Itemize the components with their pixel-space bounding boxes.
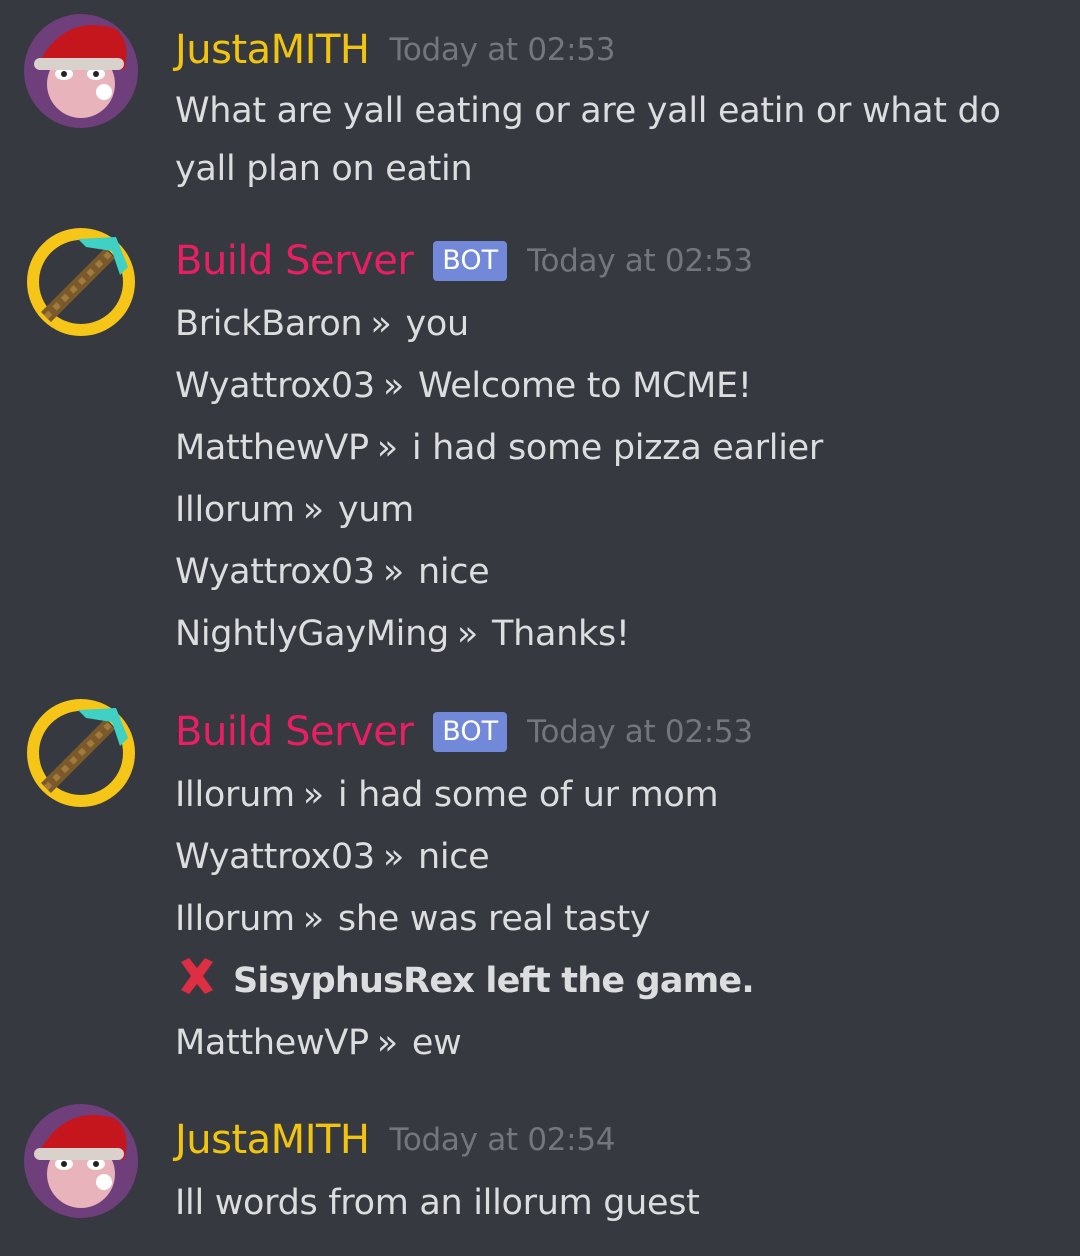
relay-text: i had some pizza earlier bbox=[411, 428, 823, 468]
relay-line: NightlyGayMing» Thanks! bbox=[175, 603, 1055, 665]
relay-user: Illorum bbox=[175, 899, 295, 939]
relay-line: Illorum» she was real tasty bbox=[175, 888, 1055, 950]
chat-log: JustaMITH Today at 02:53 What are yall e… bbox=[0, 0, 1080, 1256]
message-text: Ill words from an illorum guest bbox=[175, 1183, 700, 1223]
relay-user: Illorum bbox=[175, 775, 295, 815]
relay-separator: » bbox=[382, 837, 404, 877]
relay-line: MatthewVP» i had some pizza earlier bbox=[175, 417, 1055, 479]
relay-text: ew bbox=[411, 1023, 462, 1063]
relay-line: BrickBaron» you bbox=[175, 293, 1055, 355]
pickaxe-avatar-icon bbox=[24, 225, 138, 339]
message-body: Ill words from an illorum guest bbox=[175, 1172, 1055, 1234]
relay-text: yum bbox=[337, 490, 414, 530]
relay-line: Wyattrox03» nice bbox=[175, 826, 1055, 888]
relay-user: MatthewVP bbox=[175, 428, 369, 468]
user-avatar[interactable] bbox=[24, 14, 138, 128]
relay-text: Welcome to MCME! bbox=[417, 366, 752, 406]
message-body: BrickBaron» you Wyattrox03» Welcome to MCM… bbox=[175, 293, 1055, 665]
message-header: JustaMITH Today at 02:53 bbox=[175, 20, 615, 80]
message-header: JustaMITH Today at 02:54 bbox=[175, 1110, 615, 1170]
relay-line: Wyattrox03» nice bbox=[175, 541, 1055, 603]
relay-line: Wyattrox03» Welcome to MCME! bbox=[175, 355, 1055, 417]
pickaxe-avatar-icon bbox=[24, 696, 138, 810]
author-name[interactable]: JustaMITH bbox=[175, 20, 370, 80]
relay-text: nice bbox=[417, 552, 490, 592]
relay-user: Illorum bbox=[175, 490, 295, 530]
author-name[interactable]: Build Server bbox=[175, 702, 414, 762]
relay-separator: » bbox=[370, 304, 392, 344]
timestamp: Today at 02:53 bbox=[389, 32, 616, 68]
message-text: What are yall eating or are yall eatin o… bbox=[175, 91, 1001, 189]
relay-user: Wyattrox03 bbox=[175, 837, 375, 877]
relay-line: MatthewVP» ew bbox=[175, 1012, 1055, 1074]
relay-separator: » bbox=[302, 899, 324, 939]
relay-user: Wyattrox03 bbox=[175, 366, 375, 406]
author-name[interactable]: Build Server bbox=[175, 231, 414, 291]
relay-separator: » bbox=[376, 1023, 398, 1063]
relay-user: MatthewVP bbox=[175, 1023, 369, 1063]
relay-user: NightlyGayMing bbox=[175, 614, 449, 654]
relay-user: BrickBaron bbox=[175, 304, 363, 344]
message-header: Build Server BOT Today at 02:53 bbox=[175, 231, 753, 291]
bot-badge: BOT bbox=[433, 241, 508, 281]
relay-text: i had some of ur mom bbox=[337, 775, 719, 815]
timestamp: Today at 02:54 bbox=[389, 1122, 616, 1158]
relay-text: nice bbox=[417, 837, 490, 877]
relay-text: Thanks! bbox=[492, 614, 630, 654]
relay-text: she was real tasty bbox=[337, 899, 651, 939]
timestamp: Today at 02:53 bbox=[527, 243, 753, 279]
relay-line: Illorum» yum bbox=[175, 479, 1055, 541]
relay-line: Illorum» i had some of ur mom bbox=[175, 764, 1055, 826]
message-body: Illorum» i had some of ur mom Wyattrox03»… bbox=[175, 764, 1055, 1074]
message-body: What are yall eating or are yall eatin o… bbox=[175, 82, 1055, 198]
system-line: SisyphusRex left the game. bbox=[175, 950, 1055, 1012]
relay-separator: » bbox=[382, 552, 404, 592]
relay-text: you bbox=[405, 304, 469, 344]
relay-separator: » bbox=[382, 366, 404, 406]
relay-separator: » bbox=[302, 775, 324, 815]
relay-user: Wyattrox03 bbox=[175, 552, 375, 592]
relay-separator: » bbox=[376, 428, 398, 468]
message-header: Build Server BOT Today at 02:53 bbox=[175, 702, 753, 762]
bot-avatar[interactable] bbox=[24, 225, 138, 339]
relay-separator: » bbox=[456, 614, 478, 654]
system-text: SisyphusRex left the game. bbox=[233, 961, 755, 1001]
bot-badge: BOT bbox=[433, 712, 508, 752]
user-avatar[interactable] bbox=[24, 1104, 138, 1218]
author-name[interactable]: JustaMITH bbox=[175, 1110, 370, 1170]
bot-avatar[interactable] bbox=[24, 696, 138, 810]
santa-hat-avatar-icon bbox=[24, 14, 138, 128]
timestamp: Today at 02:53 bbox=[527, 714, 753, 750]
relay-separator: » bbox=[302, 490, 324, 530]
santa-hat-avatar-icon bbox=[24, 1104, 138, 1218]
cross-mark-icon bbox=[181, 958, 213, 994]
